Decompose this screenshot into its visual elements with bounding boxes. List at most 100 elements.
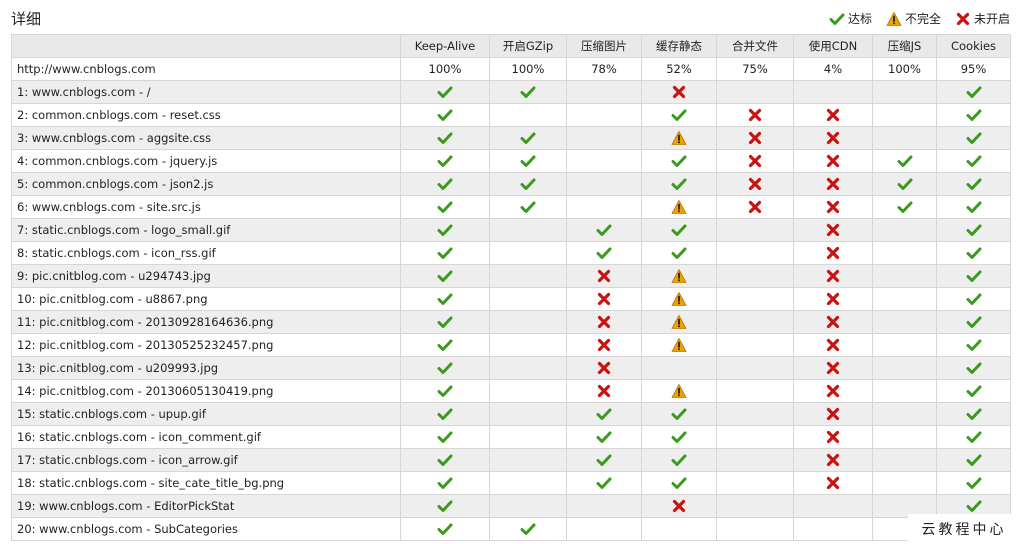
cross-icon [826,292,840,306]
status-cell [400,195,490,219]
status-cell [400,172,490,196]
legend-item-cross: 未开启 [955,10,1010,27]
check-icon [437,431,453,443]
status-cell [566,80,642,104]
check-icon [437,247,453,259]
check-icon [437,500,453,512]
status-cell [489,333,567,357]
cross-icon [597,315,611,329]
table-row: 4: common.cnblogs.com - jquery.js [11,149,1011,173]
check-icon [520,86,536,98]
status-cell [566,333,642,357]
cross-icon [748,177,762,191]
status-cell [489,448,567,472]
status-cell [716,333,794,357]
check-icon [966,454,981,466]
status-cell [489,425,567,449]
status-cell [793,264,873,288]
check-icon [520,155,536,167]
table-row: 3: www.cnblogs.com - aggsite.css [11,126,1011,150]
status-cell [793,103,873,127]
status-cell [489,80,567,104]
summary-score: 4% [793,57,873,81]
status-cell [400,310,490,334]
resource-name: 8: static.cnblogs.com - icon_rss.gif [11,241,401,265]
legend-label: 达标 [847,12,872,26]
check-icon [897,155,912,167]
status-cell [400,149,490,173]
status-cell [489,310,567,334]
check-icon [966,316,981,328]
status-cell [566,218,642,242]
cross-icon [597,361,611,375]
status-cell [793,149,873,173]
detail-table: Keep-Alive 开启GZip 压缩图片 缓存静态 合并文件 使用CDN 压缩JS Coo… [11,34,1011,541]
status-cell [489,103,567,127]
status-cell [400,448,490,472]
status-cell [872,310,937,334]
table-row: 8: static.cnblogs.com - icon_rss.gif [11,241,1011,265]
cross-icon [748,200,762,214]
status-cell [641,287,717,311]
status-cell [936,379,1011,403]
check-icon [966,362,981,374]
status-cell [489,494,567,518]
page-title: 详细 [11,10,42,28]
status-cell [793,471,873,495]
status-cell [566,264,642,288]
resource-name: 6: www.cnblogs.com - site.src.js [11,195,401,219]
status-cell [872,195,937,219]
check-icon [596,454,612,466]
resource-name: 18: static.cnblogs.com - site_cate_title… [11,471,401,495]
status-cell [716,218,794,242]
check-icon [437,155,453,167]
status-cell [936,195,1011,219]
check-icon [437,178,453,190]
status-cell [566,517,642,541]
status-cell [872,241,937,265]
status-cell [936,126,1011,150]
status-cell [872,264,937,288]
cross-icon [597,384,611,398]
check-icon [596,477,612,489]
status-cell [400,264,490,288]
status-cell [641,264,717,288]
status-cell [793,80,873,104]
status-cell [793,310,873,334]
status-cell [489,149,567,173]
legend-item-warn: 不完全 [886,10,941,27]
status-cell [936,241,1011,265]
resource-name: 10: pic.cnitblog.com - u8867.png [11,287,401,311]
check-icon [966,408,981,420]
check-icon [966,293,981,305]
status-cell [641,126,717,150]
cross-icon [956,12,970,25]
check-icon [671,224,687,236]
watermark: 云教程中心 [908,514,1020,544]
status-cell [936,356,1011,380]
check-icon [897,178,912,190]
warning-icon [671,384,687,398]
status-cell [793,356,873,380]
resource-name: 9: pic.cnitblog.com - u294743.jpg [11,264,401,288]
summary-score: 78% [566,57,642,81]
check-icon [437,316,453,328]
cross-icon [597,269,611,283]
status-cell [400,333,490,357]
check-icon [437,132,453,144]
resource-name: 13: pic.cnitblog.com - u209993.jpg [11,356,401,380]
check-icon [520,178,536,190]
summary-score: 100% [400,57,490,81]
check-icon [897,201,912,213]
status-cell [641,494,717,518]
check-icon [437,109,453,121]
status-cell [566,195,642,219]
check-icon [520,201,536,213]
check-icon [596,408,612,420]
check-icon [671,247,687,259]
status-cell [489,264,567,288]
status-cell [566,241,642,265]
status-cell [641,195,717,219]
status-cell [872,379,937,403]
status-cell [641,218,717,242]
